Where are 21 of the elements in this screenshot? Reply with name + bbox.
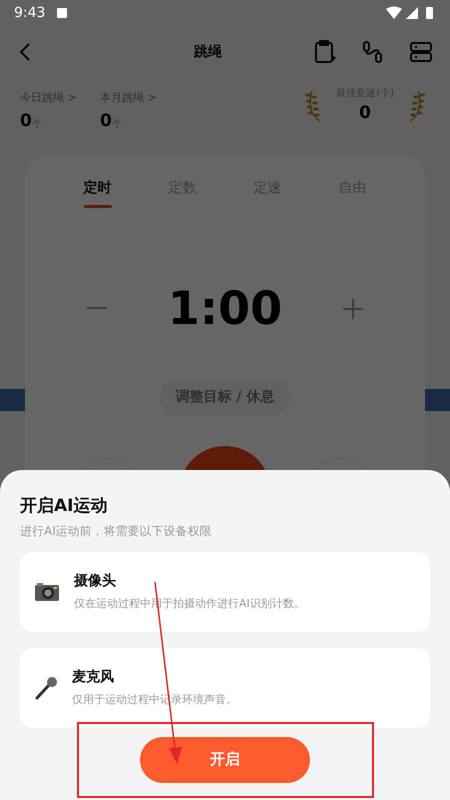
- back-icon[interactable]: [18, 42, 32, 62]
- best-value: 0: [359, 102, 372, 125]
- device-icon[interactable]: [410, 42, 432, 62]
- enable-button[interactable]: 开启: [140, 736, 310, 782]
- status-icons: [386, 6, 436, 20]
- sheet-subtitle: 进行AI运动前，将需要以下设备权限: [20, 522, 213, 540]
- minus-icon[interactable]: [87, 306, 107, 310]
- microphone-icon: [34, 676, 58, 700]
- stat-value: 0: [100, 110, 112, 132]
- status-time: 9:43: [14, 4, 46, 22]
- clipboard-icon[interactable]: [314, 40, 336, 64]
- camera-icon: [34, 582, 60, 602]
- plus-icon[interactable]: [342, 298, 363, 318]
- mode-tab[interactable]: 定时: [84, 178, 112, 208]
- jump-rope-icon[interactable]: [362, 40, 384, 64]
- permission-name: 摄像头: [74, 572, 117, 591]
- timer-value: 1:00: [168, 280, 282, 337]
- sheet-title: 开启AI运动: [20, 495, 108, 518]
- permission-name: 麦克风: [72, 668, 115, 687]
- page-title: 跳绳: [193, 42, 223, 62]
- stat-value: 0: [20, 110, 32, 132]
